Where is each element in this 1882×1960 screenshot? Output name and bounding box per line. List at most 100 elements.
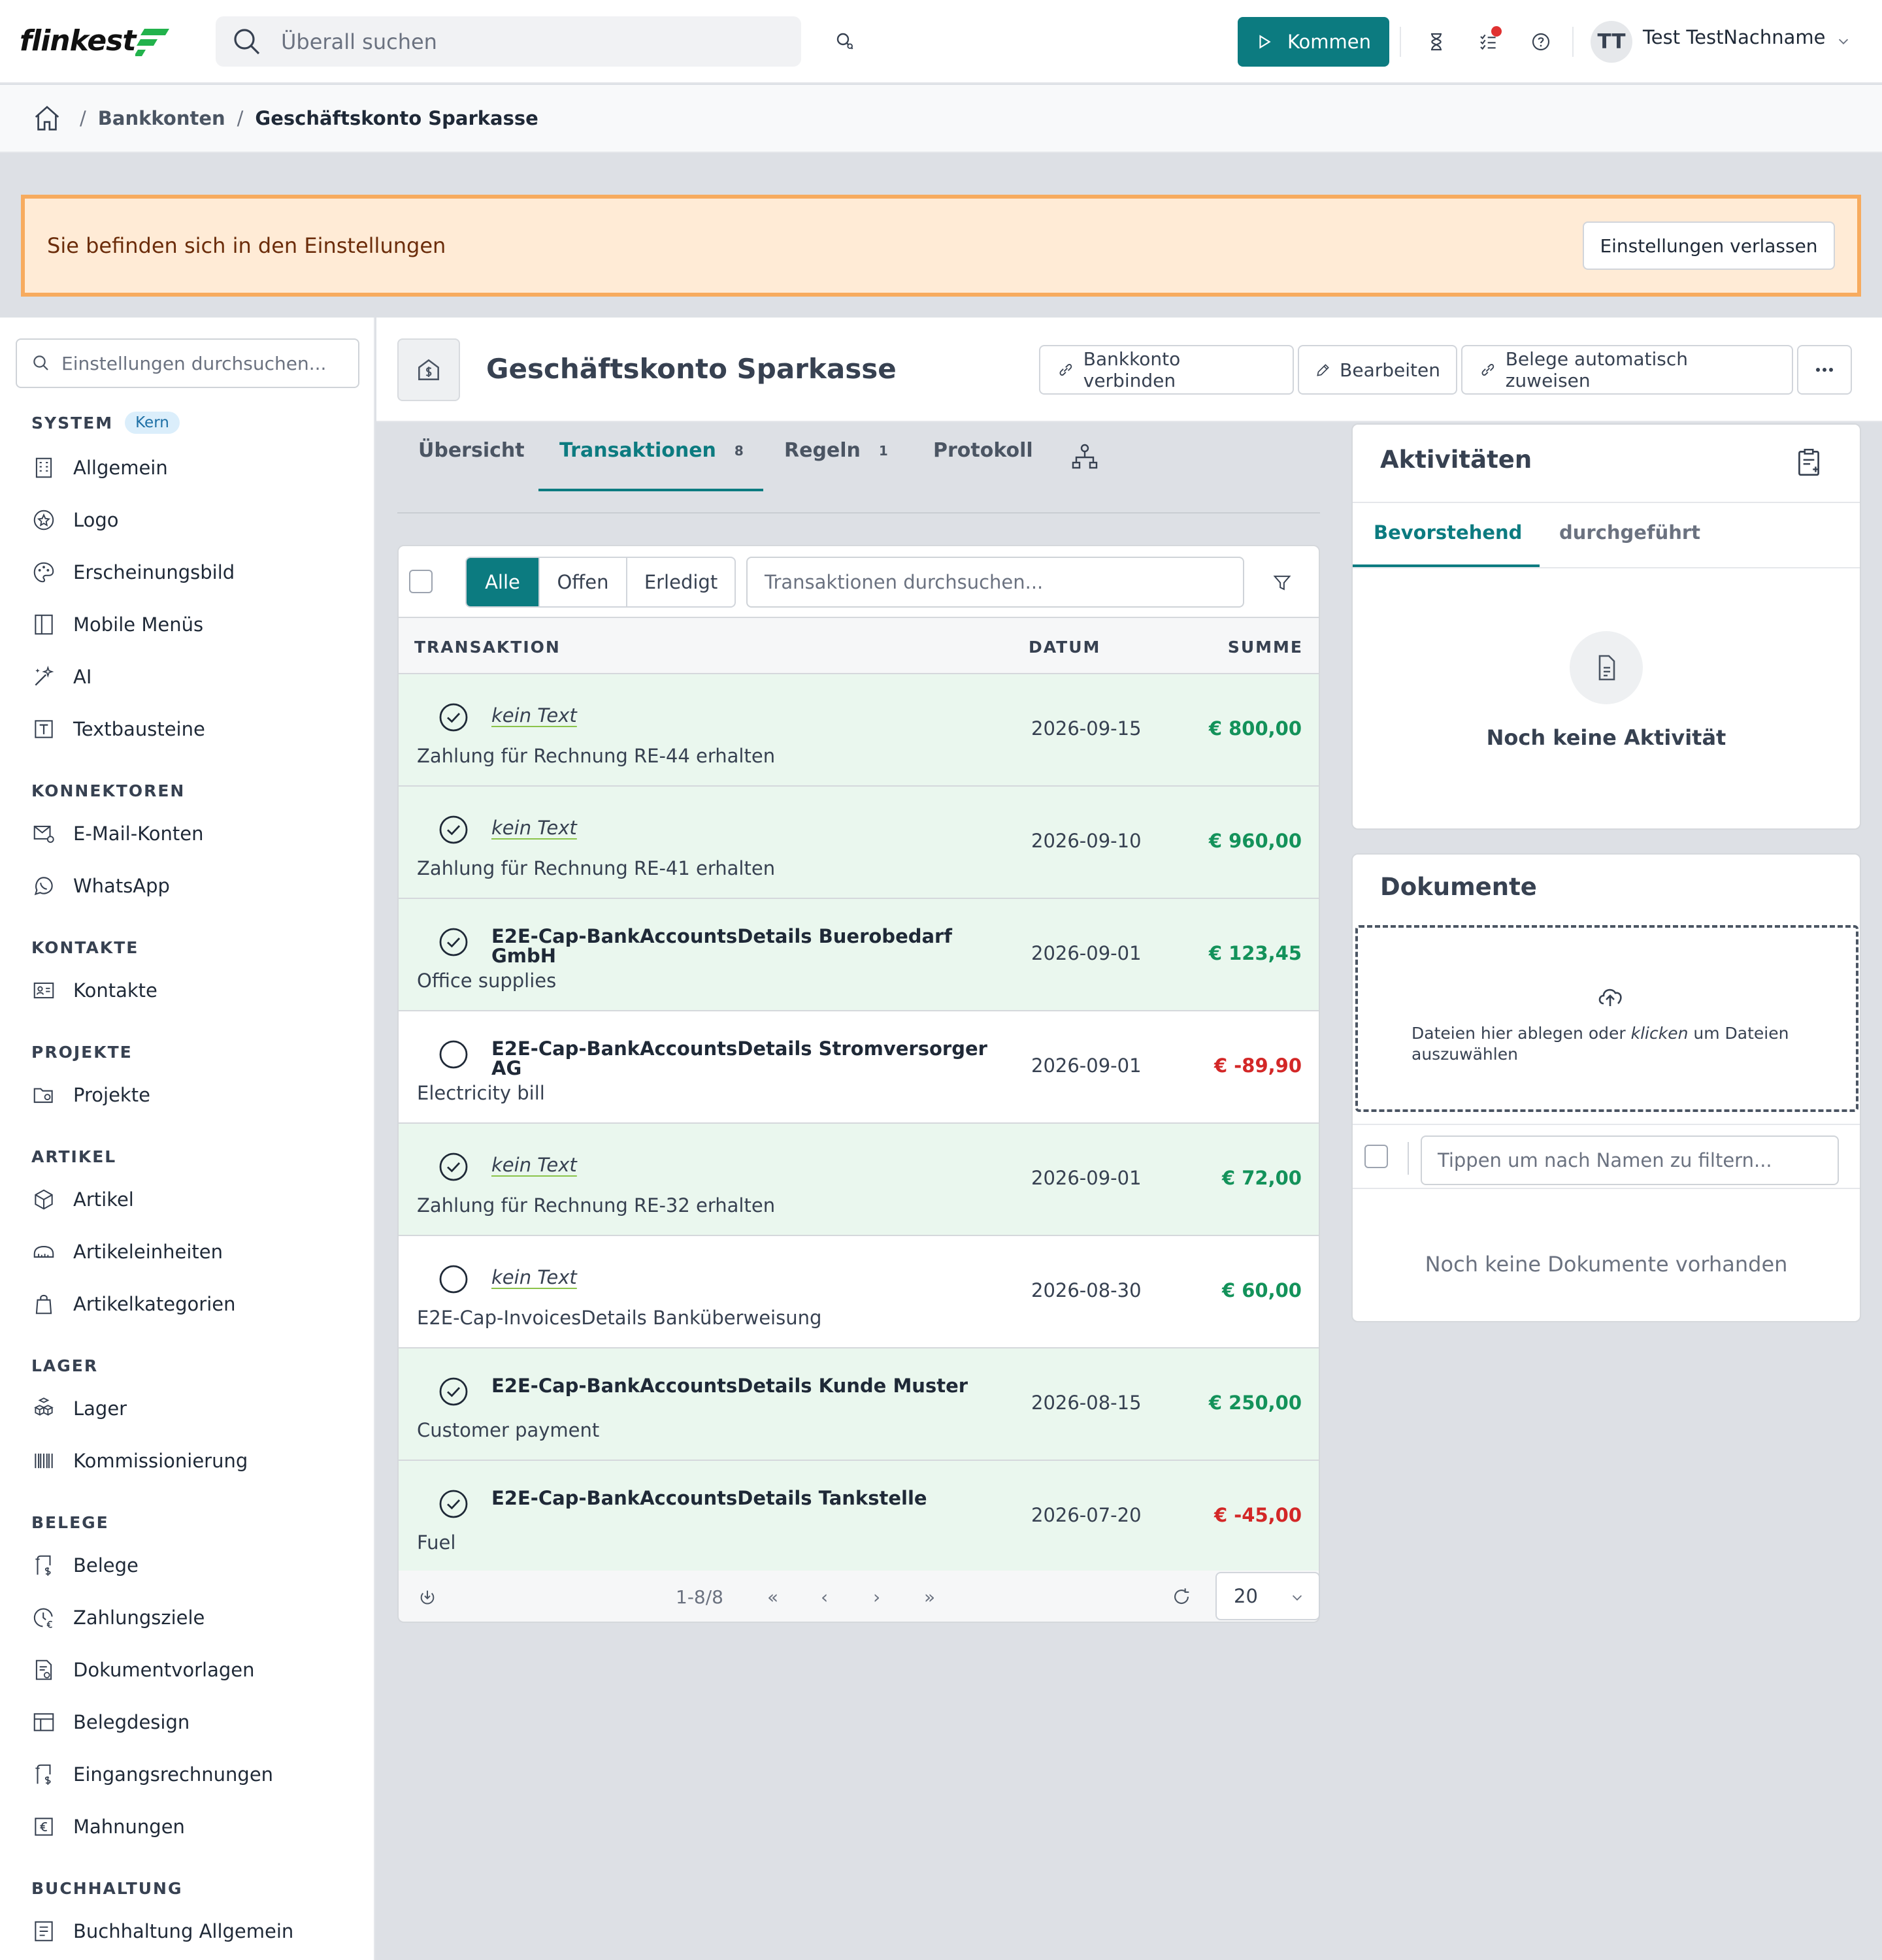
edit-button[interactable]: Bearbeiten <box>1298 345 1457 395</box>
transaction-title: E2E-Cap-BankAccountsDetails Kunde Muster <box>491 1375 968 1397</box>
status-circle-icon[interactable] <box>438 926 469 958</box>
tab-protokoll[interactable]: Protokoll <box>933 439 1033 462</box>
add-activity-button[interactable] <box>1791 444 1827 481</box>
folder-settings-icon <box>33 1088 53 1103</box>
select-all-documents-checkbox[interactable] <box>1364 1145 1388 1168</box>
sidebar-item-allgemein[interactable]: Allgemein <box>31 449 358 486</box>
magic-wand-icon <box>35 665 54 686</box>
sidebar-item-artikelkategorien[interactable]: Artikelkategorien <box>31 1286 358 1322</box>
column-header-amount[interactable]: SUMME <box>1228 638 1303 657</box>
sidebar-item-logo[interactable]: Logo <box>31 502 358 538</box>
select-all-checkbox[interactable] <box>409 570 433 593</box>
transactions-search-input[interactable]: Transaktionen durchsuchen... <box>746 557 1244 608</box>
avatar[interactable]: TT <box>1591 21 1632 63</box>
help-button[interactable] <box>1527 27 1555 56</box>
kommen-button[interactable]: Kommen <box>1238 17 1389 67</box>
export-button[interactable] <box>414 1584 440 1610</box>
sidebar-item-belege[interactable]: Belege <box>31 1547 358 1584</box>
tab-completed[interactable]: durchgeführt <box>1559 521 1700 544</box>
filter-done-button[interactable]: Erledigt <box>627 558 735 606</box>
prev-page-button[interactable]: ‹ <box>821 1586 828 1608</box>
logo-text: flinkest <box>20 24 136 57</box>
status-circle-icon[interactable] <box>438 1376 469 1407</box>
tasks-button[interactable] <box>1474 26 1503 56</box>
tab-transaktionen[interactable]: Transaktionen 8 <box>559 439 744 462</box>
sidebar-item-email-accounts[interactable]: E-Mail-Konten <box>31 815 358 852</box>
transaction-description: Zahlung für Rechnung RE-32 erhalten <box>417 1194 776 1217</box>
sidebar-item-mahnungen[interactable]: Mahnungen <box>31 1808 358 1845</box>
table-row[interactable]: E2E-Cap-BankAccountsDetails Tankstelle F… <box>397 1461 1320 1573</box>
sidebar-item-kommissionierung[interactable]: Kommissionierung <box>31 1443 358 1479</box>
global-search-input[interactable]: Überall suchen <box>216 16 801 67</box>
sidebar-item-eingangsrechnungen[interactable]: Eingangsrechnungen <box>31 1756 358 1793</box>
table-row[interactable]: kein Text Zahlung für Rechnung RE-41 erh… <box>397 787 1320 899</box>
sidebar-item-dokumentvorlagen[interactable]: Dokumentvorlagen <box>31 1652 358 1688</box>
first-page-button[interactable]: « <box>767 1586 778 1608</box>
tab-uebersicht[interactable]: Übersicht <box>418 439 525 462</box>
status-circle-icon[interactable] <box>438 702 469 733</box>
sidebar-item-artikeleinheiten[interactable]: Artikeleinheiten <box>31 1233 358 1270</box>
documents-filter-input[interactable]: Tippen um nach Namen zu filtern... <box>1421 1135 1839 1185</box>
connect-bank-account-button[interactable]: Bankkonto verbinden <box>1039 345 1294 395</box>
tab-regeln[interactable]: Regeln 1 <box>784 439 888 462</box>
page-size-select[interactable]: 20 <box>1215 1572 1320 1620</box>
sidebar-item-lager[interactable]: Lager <box>31 1390 358 1427</box>
transaction-title: E2E-Cap-BankAccountsDetails Tankstelle <box>491 1487 927 1509</box>
status-circle-icon[interactable] <box>438 1039 469 1070</box>
breadcrumb-bankkonten[interactable]: Bankkonten <box>98 107 225 129</box>
tab-structure[interactable] <box>1068 440 1102 474</box>
user-menu-toggle[interactable] <box>1834 31 1853 51</box>
breadcrumb-separator: / <box>80 107 86 129</box>
tab-count: 8 <box>734 442 744 459</box>
status-circle-icon[interactable] <box>438 1264 469 1295</box>
column-header-transaction[interactable]: TRANSAKTION <box>414 638 561 657</box>
table-row[interactable]: E2E-Cap-BankAccountsDetails Kunde Muster… <box>397 1348 1320 1461</box>
sidebar-item-erscheinungsbild[interactable]: Erscheinungsbild <box>31 554 358 591</box>
status-circle-icon[interactable] <box>438 1488 469 1520</box>
sidebar-item-zahlungsziele[interactable]: Zahlungsziele <box>31 1599 358 1636</box>
next-page-button[interactable]: › <box>873 1586 880 1608</box>
home-button[interactable] <box>31 103 63 134</box>
cloud-upload-icon <box>1598 988 1622 1006</box>
more-actions-button[interactable] <box>1797 345 1852 395</box>
leave-settings-button[interactable]: Einstellungen verlassen <box>1583 221 1835 270</box>
table-row[interactable]: kein Text Zahlung für Rechnung RE-32 erh… <box>397 1124 1320 1236</box>
sidebar-item-artikel[interactable]: Artikel <box>31 1181 358 1218</box>
pagination-range: 1-8/8 <box>676 1586 723 1608</box>
refresh-button[interactable] <box>1167 1582 1196 1611</box>
filter-button[interactable] <box>1268 568 1296 597</box>
timer-button[interactable] <box>1422 27 1451 56</box>
sidebar-item-projekte[interactable]: Projekte <box>31 1077 358 1113</box>
sidebar-item-whatsapp[interactable]: WhatsApp <box>31 868 358 904</box>
status-circle-icon[interactable] <box>438 814 469 845</box>
sidebar-item-kontakte[interactable]: Kontakte <box>31 972 358 1009</box>
column-header-date[interactable]: DATUM <box>1029 638 1100 657</box>
tab-upcoming[interactable]: Bevorstehend <box>1374 521 1522 544</box>
filter-all-button[interactable]: Alle <box>467 558 540 606</box>
sidebar-item-mobile-menus[interactable]: Mobile Menüs <box>31 606 358 643</box>
layout-icon <box>33 1713 54 1731</box>
table-row[interactable]: E2E-Cap-BankAccountsDetails Stromversorg… <box>397 1011 1320 1124</box>
app-logo[interactable]: flinkest <box>20 20 172 61</box>
settings-search-input[interactable]: Einstellungen durchsuchen... <box>16 338 359 388</box>
sidebar-item-buchhaltung-allgemein[interactable]: Buchhaltung Allgemein <box>31 1913 358 1950</box>
transaction-description: Fuel <box>417 1531 456 1554</box>
table-row[interactable]: E2E-Cap-BankAccountsDetails Buerobedarf … <box>397 899 1320 1011</box>
sidebar-item-textbausteine[interactable]: Textbausteine <box>31 711 358 747</box>
table-row[interactable]: kein Text Zahlung für Rechnung RE-44 erh… <box>397 674 1320 787</box>
filter-open-button[interactable]: Offen <box>540 558 627 606</box>
user-name[interactable]: Test TestNachname <box>1643 26 1825 48</box>
clock-euro-icon <box>33 1608 53 1628</box>
sidebar-item-belegdesign[interactable]: Belegdesign <box>31 1704 358 1740</box>
status-circle-icon[interactable] <box>438 1151 469 1183</box>
table-row[interactable]: kein Text E2E-Cap-InvoicesDetails Banküb… <box>397 1236 1320 1348</box>
section-belege: BELEGE <box>31 1513 109 1532</box>
sidebar-item-ai[interactable]: AI <box>31 659 358 695</box>
drop-click-link[interactable]: klicken <box>1631 1024 1689 1043</box>
advanced-search-button[interactable] <box>833 29 859 55</box>
transaction-amount: € 72,00 <box>1221 1167 1302 1189</box>
auto-assign-receipts-button[interactable]: Belege automatisch zuweisen <box>1461 345 1793 395</box>
file-drop-zone[interactable]: Dateien hier ablegen oder klicken um Dat… <box>1355 925 1858 1112</box>
section-title: SYSTEM <box>31 413 114 433</box>
last-page-button[interactable]: » <box>924 1586 935 1608</box>
